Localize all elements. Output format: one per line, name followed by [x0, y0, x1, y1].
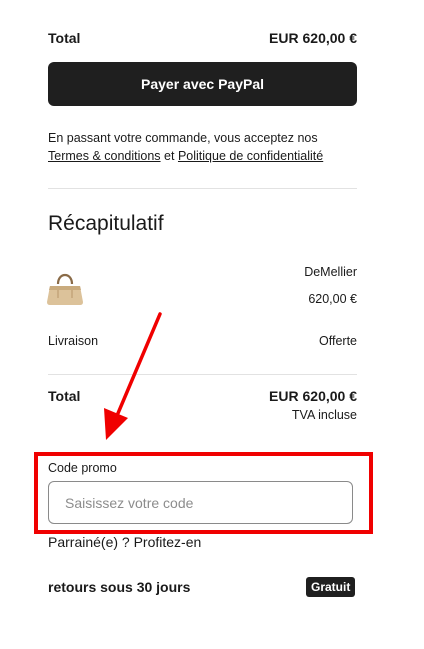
total-label: Total — [48, 388, 81, 404]
free-badge: Gratuit — [306, 577, 356, 597]
terms-connector: et — [164, 149, 175, 163]
divider — [48, 374, 357, 375]
product-price: 620,00 € — [308, 292, 357, 306]
recap-title: Récapitulatif — [48, 212, 164, 235]
product-brand: DeMellier — [304, 265, 357, 279]
terms-notice: En passant votre commande, vous acceptez… — [48, 129, 368, 165]
paypal-button[interactable]: Payer avec PayPal — [48, 62, 357, 106]
shipping-label: Livraison — [48, 334, 99, 348]
returns-label: retours sous 30 jours — [48, 579, 191, 595]
promo-code-input[interactable] — [48, 481, 353, 524]
divider — [48, 188, 357, 189]
referral-link[interactable]: Parrainé(e) ? Profitez-en — [48, 534, 201, 550]
terms-prefix: En passant votre commande, vous acceptez… — [48, 131, 318, 145]
top-total-label: Total — [48, 30, 81, 46]
shipping-value: Offerte — [319, 334, 357, 348]
terms-link[interactable]: Termes & conditions — [48, 149, 161, 163]
total-value: EUR 620,00 € — [269, 388, 357, 404]
promo-label: Code promo — [48, 461, 117, 475]
tax-note: TVA incluse — [291, 408, 357, 422]
top-total-value: EUR 620,00 € — [269, 30, 357, 46]
handbag-icon — [47, 273, 83, 305]
privacy-link[interactable]: Politique de confidentialité — [178, 149, 323, 163]
